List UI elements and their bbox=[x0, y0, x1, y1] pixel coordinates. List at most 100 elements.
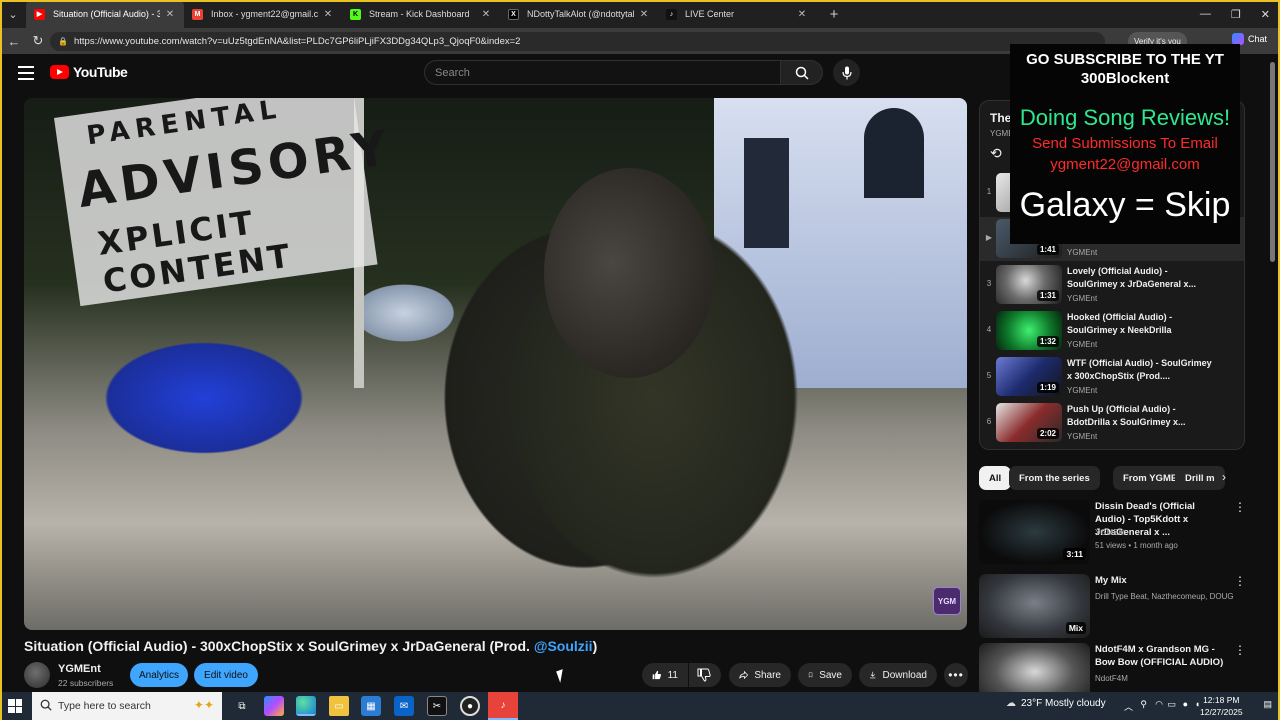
parental-advisory-graphic: PARENTAL ADVISORY XPLICIT CONTENT bbox=[54, 98, 396, 307]
duration-badge: 2:02 bbox=[1036, 428, 1059, 439]
microsoft-store-icon[interactable]: ▦ bbox=[361, 696, 381, 716]
capcut-icon[interactable]: ✂ bbox=[427, 696, 447, 716]
rec-thumbnail bbox=[979, 643, 1090, 692]
playlist-item[interactable]: 6 2:02 Push Up (Official Audio) - BdotDr… bbox=[980, 401, 1244, 445]
more-vertical-icon[interactable]: ⋮ bbox=[1234, 643, 1246, 657]
channel-avatar[interactable] bbox=[24, 662, 50, 688]
new-tab-icon[interactable]: + bbox=[822, 6, 846, 23]
youtube-logo[interactable]: YouTube bbox=[50, 64, 128, 80]
close-window-icon[interactable]: ✕ bbox=[1261, 8, 1270, 21]
more-actions-button[interactable]: ••• bbox=[944, 663, 968, 687]
recommendation-item[interactable]: NdotF4M x Grandson MG - Bow Bow (OFFICIA… bbox=[979, 643, 1254, 692]
refresh-icon[interactable]: ↻ bbox=[26, 33, 50, 49]
playlist-index: 6 bbox=[986, 417, 992, 426]
channel-name[interactable]: YGMEnt bbox=[58, 663, 101, 675]
dislike-button[interactable] bbox=[689, 663, 721, 687]
filter-chips: All From the series From YGMEnt Drill m bbox=[979, 466, 1245, 490]
page-scrollbar[interactable] bbox=[1268, 56, 1276, 692]
browser-tab-2[interactable]: K Stream - Kick Dashboard ✕ bbox=[342, 0, 500, 28]
producer-link[interactable]: @Soulzii bbox=[534, 638, 593, 654]
copilot-app-icon[interactable] bbox=[264, 696, 284, 716]
overlay-line-3b: ygment22@gmail.com bbox=[1050, 156, 1200, 173]
browser-tab-3[interactable]: X NDottyTalkAlot (@ndottytalkalot2 ✕ bbox=[500, 0, 658, 28]
youtube-favicon-icon: ▶ bbox=[34, 8, 45, 20]
taskbar-clock[interactable]: 12:18 PM 12/27/2025 bbox=[1200, 694, 1243, 718]
playlist-item-title: Hooked (Official Audio) - SoulGrimey x N… bbox=[1067, 312, 1173, 335]
download-button[interactable]: Download bbox=[859, 663, 937, 687]
playlist-item[interactable]: 4 1:32 Hooked (Official Audio) - SoulGri… bbox=[980, 309, 1244, 353]
close-tab-icon[interactable]: ✕ bbox=[322, 9, 334, 20]
browser-tab-4[interactable]: ♪ LIVE Center ✕ bbox=[658, 0, 816, 28]
voice-search-button[interactable] bbox=[833, 59, 860, 86]
outlook-icon[interactable]: ✉ bbox=[394, 696, 414, 716]
chevron-right-icon[interactable]: › bbox=[1222, 470, 1226, 484]
tab-actions-icon[interactable]: ⌄ bbox=[0, 0, 26, 28]
playlist-index: 1 bbox=[986, 187, 992, 196]
chip-drill[interactable]: Drill m bbox=[1175, 466, 1225, 490]
weather-text: 23°F Mostly cloudy bbox=[1021, 698, 1106, 709]
playlist-item-title: WTF (Official Audio) - SoulGrimey x 300x… bbox=[1067, 358, 1212, 381]
stream-overlay-panel: GO SUBSCRIBE TO THE YT 300Blockent Doing… bbox=[1010, 44, 1240, 244]
tiktok-favicon-icon: ♪ bbox=[666, 8, 677, 20]
taskbar-search-input[interactable]: Type here to search ✦✦ bbox=[32, 692, 222, 720]
playlist-channel: YGMEnt bbox=[1067, 294, 1098, 303]
analytics-button[interactable]: Analytics bbox=[130, 663, 188, 687]
playlist-item[interactable]: 5 1:19 WTF (Official Audio) - SoulGrimey… bbox=[980, 355, 1244, 399]
close-tab-icon[interactable]: ✕ bbox=[480, 9, 492, 20]
close-tab-icon[interactable]: ✕ bbox=[796, 9, 808, 20]
tray-chevron-icon[interactable]: ︿ bbox=[1124, 700, 1133, 713]
file-explorer-icon[interactable]: ▭ bbox=[329, 696, 349, 716]
battery-icon[interactable]: ▭ bbox=[1167, 699, 1176, 710]
mic-icon[interactable]: ● bbox=[1183, 699, 1188, 709]
download-icon bbox=[870, 671, 876, 679]
tiktok-live-icon[interactable]: ♪ bbox=[488, 692, 518, 720]
playlist-index: 4 bbox=[986, 325, 992, 334]
weather-widget[interactable]: ☁ 23°F Mostly cloudy bbox=[1006, 698, 1106, 709]
rec-meta: 51 views • 1 month ago bbox=[1095, 541, 1178, 550]
thumbs-down-icon bbox=[697, 668, 711, 682]
save-button[interactable]: Save bbox=[798, 663, 852, 687]
thumbs-up-icon bbox=[652, 670, 662, 680]
search-button[interactable] bbox=[781, 60, 823, 85]
more-vertical-icon[interactable]: ⋮ bbox=[1234, 574, 1246, 588]
search-input[interactable]: Search bbox=[424, 60, 781, 85]
obs-icon[interactable]: ● bbox=[460, 696, 480, 716]
network-icon[interactable]: ⚲ bbox=[1140, 699, 1147, 710]
chip-from-series[interactable]: From the series bbox=[1009, 466, 1100, 490]
mix-badge: Mix bbox=[1065, 622, 1086, 634]
more-vertical-icon[interactable]: ⋮ bbox=[1234, 500, 1246, 514]
chip-all[interactable]: All bbox=[979, 466, 1012, 490]
edge-browser-icon[interactable] bbox=[296, 696, 316, 716]
windows-start-icon[interactable] bbox=[8, 699, 22, 713]
wifi-icon[interactable]: ◠ bbox=[1155, 699, 1163, 710]
site-info-icon[interactable]: 🔒 bbox=[58, 37, 68, 46]
video-title-end: ) bbox=[592, 638, 598, 654]
recommendation-item[interactable]: 3:11 Dissin Dead's (Official Audio) - To… bbox=[979, 500, 1254, 566]
search-highlight-icon: ✦✦ bbox=[193, 698, 214, 712]
channel-watermark[interactable]: YGM bbox=[933, 587, 961, 615]
url-field[interactable]: 🔒 https://www.youtube.com/watch?v=uUz5tg… bbox=[50, 32, 1105, 51]
menu-icon[interactable] bbox=[18, 66, 34, 80]
back-icon[interactable]: ← bbox=[2, 34, 26, 49]
recommendation-item[interactable]: Mix My Mix Drill Type Beat, Nazthecomeup… bbox=[979, 574, 1254, 640]
bookmark-icon bbox=[808, 672, 813, 678]
notification-icon[interactable]: ▤ bbox=[1263, 699, 1272, 710]
loop-icon[interactable]: ⟲ bbox=[990, 145, 1002, 162]
playlist-channel: YGMEnt bbox=[1067, 340, 1098, 349]
close-tab-icon[interactable]: ✕ bbox=[638, 9, 650, 20]
playlist-channel: YGMEnt bbox=[1067, 248, 1098, 257]
video-person bbox=[444, 138, 864, 630]
close-tab-icon[interactable]: ✕ bbox=[164, 9, 176, 20]
minimize-icon[interactable]: — bbox=[1200, 8, 1211, 20]
task-view-icon[interactable]: ⧉ bbox=[232, 696, 252, 716]
url-text: https://www.youtube.com/watch?v=uUz5tgdE… bbox=[73, 36, 521, 47]
like-button[interactable]: 11 bbox=[642, 663, 688, 687]
browser-tab-1[interactable]: M Inbox - ygment22@gmail.com - G ✕ bbox=[184, 0, 342, 28]
share-button[interactable]: Share bbox=[729, 663, 791, 687]
browser-tab-0[interactable]: ▶ Situation (Official Audio) - 30( ✕ bbox=[26, 0, 184, 28]
edit-video-button[interactable]: Edit video bbox=[194, 663, 258, 687]
analytics-label: Analytics bbox=[138, 669, 179, 681]
playlist-item[interactable]: 3 1:31 Lovely (Official Audio) - SoulGri… bbox=[980, 263, 1244, 307]
maximize-icon[interactable]: ❐ bbox=[1231, 8, 1241, 21]
video-player[interactable]: PARENTAL ADVISORY XPLICIT CONTENT YGM bbox=[24, 98, 967, 630]
